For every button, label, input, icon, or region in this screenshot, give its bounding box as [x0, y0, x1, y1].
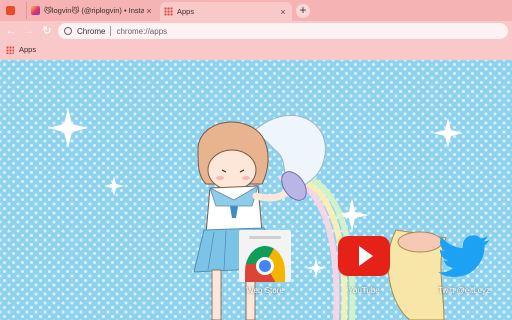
address-bar[interactable]: Chrome chrome://apps [58, 23, 508, 39]
forward-button[interactable]: → [22, 24, 36, 38]
divider [110, 26, 112, 36]
close-icon[interactable]: × [278, 7, 288, 17]
bookmark-favicon-icon [6, 6, 15, 15]
app-label: Twitt @eltLeyz [437, 286, 491, 295]
tab-instagram[interactable]: 😼logvin😼 (@riplogvin) • Instagram × [26, 2, 158, 19]
site-chip: Chrome [77, 26, 106, 36]
app-youtube[interactable]: YouTube [324, 230, 404, 295]
tab-title: Apps [177, 7, 195, 16]
chrome-web-store-icon [239, 230, 291, 282]
bookmark-label: Apps [19, 45, 37, 54]
apps-grid-icon [164, 7, 173, 16]
app-label: Web Store [246, 286, 284, 295]
tab-pinned[interactable] [2, 2, 26, 19]
back-button[interactable]: ← [4, 24, 18, 38]
instagram-icon [31, 6, 40, 15]
toolbar: ← → ↻ Chrome chrome://apps [0, 21, 512, 41]
app-twitter[interactable]: Twitt @eltLeyz [424, 230, 504, 295]
app-web-store[interactable]: Web Store [225, 230, 305, 295]
youtube-icon [338, 230, 390, 282]
new-tab-button[interactable]: + [296, 4, 310, 18]
apps-grid-icon [6, 45, 14, 54]
tab-strip: 😼logvin😼 (@riplogvin) • Instagram × Apps… [0, 0, 512, 21]
app-label: YouTube [348, 286, 380, 295]
close-icon[interactable]: × [144, 6, 154, 16]
tab-title: 😼logvin😼 (@riplogvin) • Instagram [44, 6, 144, 15]
tab-apps[interactable]: Apps × [160, 2, 292, 21]
twitter-icon [438, 230, 490, 282]
url-text[interactable]: chrome://apps [116, 27, 167, 36]
reload-button[interactable]: ↻ [40, 24, 54, 38]
apps-page: Web Store YouTube Twitt @eltLeyz [0, 60, 512, 320]
bookmarks-bar: Apps [0, 41, 512, 60]
bookmark-apps[interactable]: Apps [6, 45, 36, 54]
chrome-icon [64, 27, 72, 35]
